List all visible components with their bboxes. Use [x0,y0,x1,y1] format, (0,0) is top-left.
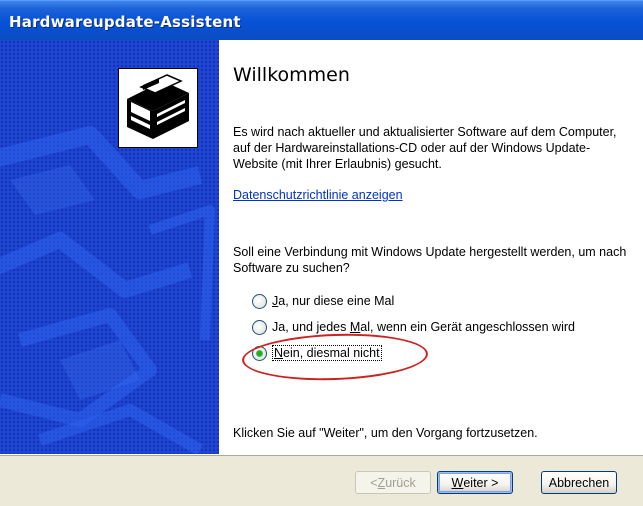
button-bar: < Zurück Weiter > Abbrechen [0,454,643,506]
content-panel: Willkommen Es wird nach aktueller und ak… [219,40,643,454]
radio-button-yes-once[interactable] [252,293,267,309]
page-heading: Willkommen [233,64,350,86]
next-button[interactable]: Weiter > [437,471,513,494]
radio-label-yes-always[interactable]: Ja, und jedes Mal, wenn ein Gerät angesc… [272,320,575,334]
side-panel [0,40,219,454]
closing-text: Klicken Sie auf "Weiter", um den Vorgang… [233,426,538,440]
back-button[interactable]: < Zurück [355,471,431,494]
radio-option-yes-once[interactable]: Ja, nur diese eine Mal [252,292,394,310]
red-highlight-ellipse [241,330,429,384]
wizard-window: Hardwareupdate-Assistent Willkommen Es w… [0,0,643,506]
radio-option-yes-always[interactable]: Ja, und jedes Mal, wenn ein Gerät angesc… [252,318,575,336]
question-text: Soll eine Verbindung mit Windows Update … [233,245,627,275]
window-title: Hardwareupdate-Assistent [9,13,241,31]
privacy-policy-link[interactable]: Datenschutzrichtlinie anzeigen [233,188,403,202]
title-bar[interactable]: Hardwareupdate-Assistent [0,0,643,40]
hardware-install-icon [118,68,198,148]
radio-button-yes-always[interactable] [252,319,267,335]
radio-label-yes-once[interactable]: Ja, nur diese eine Mal [272,294,394,308]
cancel-button[interactable]: Abbrechen [541,471,617,494]
intro-text: Es wird nach aktueller und aktualisierte… [233,125,617,171]
